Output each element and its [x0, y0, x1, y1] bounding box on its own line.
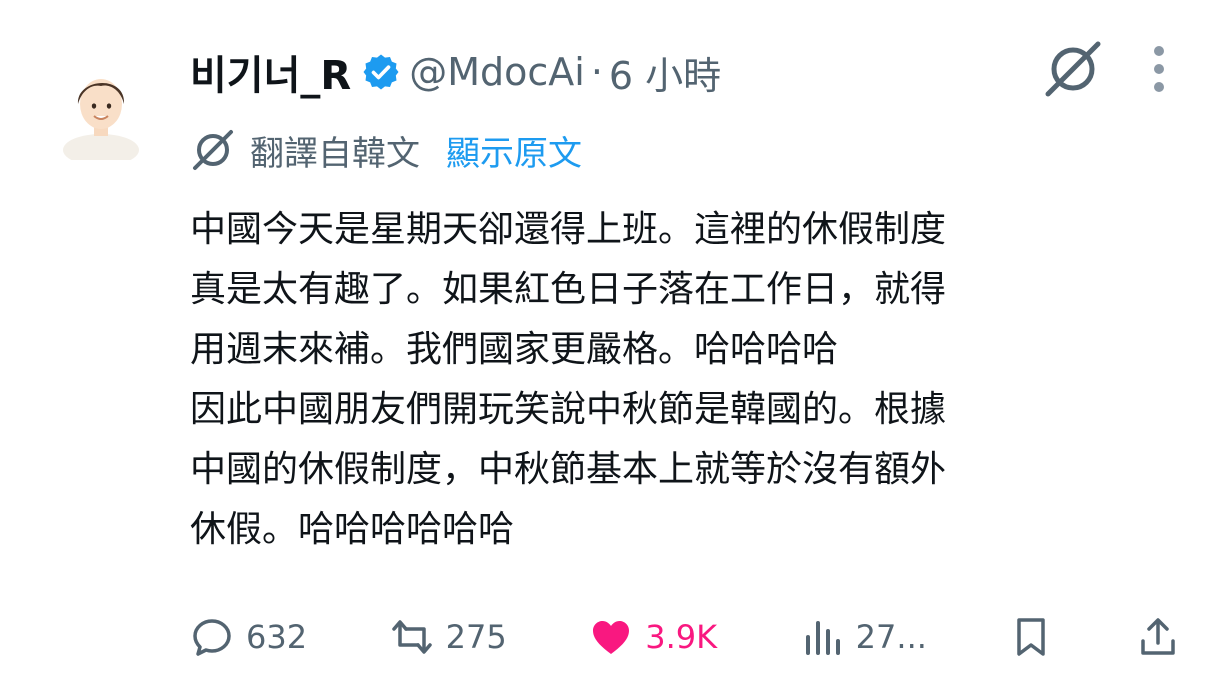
like-button[interactable]: 3.9K — [589, 615, 717, 659]
share-button[interactable] — [1136, 615, 1180, 659]
avatar[interactable] — [58, 60, 144, 166]
repost-icon — [391, 620, 432, 654]
translated-from-label: 翻譯自韓文 — [250, 133, 420, 174]
repost-count: 275 — [445, 618, 507, 656]
tweet-text-line: 中國今天是星期天卻還得上班。這裡的休假制度 — [190, 209, 947, 250]
tweet-text-line: 中國的休假制度，中秋節基本上就等於沒有額外 — [190, 449, 947, 490]
grok-icon[interactable] — [1042, 38, 1104, 100]
tweet-text-line: 真是太有趣了。如果紅色日子落在工作日，就得 — [190, 269, 947, 310]
more-icon[interactable] — [1152, 44, 1166, 94]
display-name[interactable]: 비기너_R — [190, 43, 351, 101]
reply-button[interactable]: 632 — [190, 615, 307, 659]
tweet-text-line: 因此中國朋友們開玩笑說中秋節是韓國的。根據 — [190, 389, 947, 430]
repost-button[interactable]: 275 — [390, 615, 507, 659]
tweet-top-actions — [1042, 38, 1166, 100]
avatar-illustration — [63, 79, 139, 166]
tweet-text: 中國今天是星期天卻還得上班。這裡的休假制度 真是太有趣了。如果紅色日子落在工作日… — [190, 200, 1180, 560]
views-icon — [805, 621, 840, 655]
heart-icon — [593, 621, 630, 654]
action-bar: 632 275 3.9K 27... — [190, 606, 1180, 668]
views-count: 27... — [855, 618, 927, 656]
translate-grok-icon — [193, 130, 233, 170]
views-button[interactable]: 27... — [800, 615, 927, 659]
translation-row: 翻譯自韓文 顯示原文 — [190, 122, 582, 178]
bookmark-icon — [1017, 618, 1046, 656]
share-icon — [1141, 618, 1175, 655]
show-original-link[interactable]: 顯示原文 — [446, 126, 582, 175]
tweet-text-line: 用週末來補。我們國家更嚴格。哈哈哈哈 — [190, 329, 839, 370]
reply-icon — [193, 619, 231, 656]
tweet-header: 비기너_R @MdocAi · 6 小時 — [190, 42, 721, 102]
verified-badge-icon — [363, 54, 399, 90]
reply-count: 632 — [246, 618, 308, 656]
post-time[interactable]: 6 小時 — [609, 45, 721, 100]
tweet-text-line: 休假。哈哈哈哈哈哈 — [190, 509, 515, 550]
header-separator: · — [590, 50, 603, 94]
like-count: 3.9K — [645, 618, 718, 656]
author-handle[interactable]: @MdocAi — [409, 50, 585, 94]
bookmark-button[interactable] — [1009, 615, 1053, 659]
